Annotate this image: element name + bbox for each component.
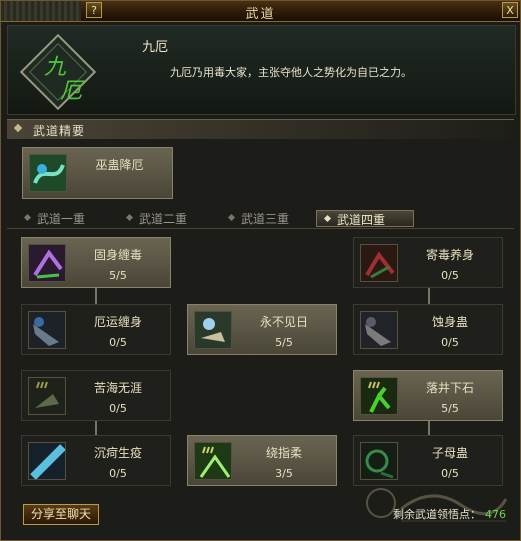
- skill-card[interactable]: 厄运缠身 0/5: [21, 304, 171, 355]
- skill-card[interactable]: 绕指柔 3/5: [187, 435, 337, 486]
- window-title: 武道: [245, 7, 276, 22]
- school-name: 九厄: [142, 40, 169, 55]
- blue-beam-icon: [28, 442, 66, 480]
- essence-skill-card[interactable]: 巫蛊降厄: [22, 147, 173, 199]
- skill-card[interactable]: 永不见日 5/5: [187, 304, 337, 355]
- tier-tabs: 武道一重 武道二重 武道三重 武道四重: [7, 208, 514, 229]
- close-button[interactable]: X: [502, 2, 518, 18]
- green-figure-icon: [360, 377, 398, 415]
- poison-fang-icon: [28, 244, 66, 282]
- points-label: 剩余武道领悟点：: [393, 508, 481, 521]
- green-vortex-icon: [360, 442, 398, 480]
- tab-tier-2[interactable]: 武道二重: [119, 210, 217, 227]
- tab-tier-3[interactable]: 武道三重: [221, 210, 319, 227]
- skill-card[interactable]: 沉疴生疫 0/5: [21, 435, 171, 486]
- tree-connector: [428, 420, 430, 435]
- fang-claw-icon: [360, 244, 398, 282]
- tab-tier-1[interactable]: 武道一重: [17, 210, 115, 227]
- tab-tier-4[interactable]: 武道四重: [316, 210, 414, 227]
- svg-text:厄: 厄: [60, 79, 85, 104]
- martial-way-window: ? 武道 X 九 厄 九厄 九厄乃用毒大家，主张夺他人之势化为自已之力。 武道精…: [0, 0, 521, 541]
- claw-hand-icon: [28, 377, 66, 415]
- light-hand-icon: [194, 442, 232, 480]
- remaining-points: 剩余武道领悟点： 476: [393, 506, 506, 522]
- school-description: 九厄乃用毒大家，主张夺他人之势化为自已之力。: [170, 66, 412, 79]
- school-emblem-icon: 九 厄: [19, 33, 97, 111]
- skill-card[interactable]: 寄毒养身 0/5: [353, 237, 503, 288]
- tree-connector: [95, 420, 97, 435]
- essence-section-header: 武道精要: [7, 119, 514, 139]
- share-to-chat-button[interactable]: 分享至聊天: [23, 504, 99, 525]
- cloak-sleeve-icon: [360, 311, 398, 349]
- school-header: 九 厄 九厄 九厄乃用毒大家，主张夺他人之势化为自已之力。: [7, 25, 516, 115]
- skill-card[interactable]: 苦海无涯 0/5: [21, 370, 171, 421]
- essence-skill-name: 巫蛊降厄: [95, 158, 144, 172]
- orb-glove-icon: [194, 311, 232, 349]
- points-value: 476: [485, 508, 506, 521]
- skill-card[interactable]: 蚀身蛊 0/5: [353, 304, 503, 355]
- cloak-sleeve-icon: [28, 311, 66, 349]
- section-bullet-icon: [13, 123, 23, 133]
- skill-card[interactable]: 固身缠毒 5/5: [21, 237, 171, 288]
- skill-card[interactable]: 落井下石 5/5: [353, 370, 503, 421]
- svg-text:九: 九: [44, 55, 67, 80]
- title-bar[interactable]: ? 武道 X: [1, 1, 520, 22]
- serpent-swirl-icon: [29, 154, 67, 192]
- essence-section-label: 武道精要: [33, 124, 86, 138]
